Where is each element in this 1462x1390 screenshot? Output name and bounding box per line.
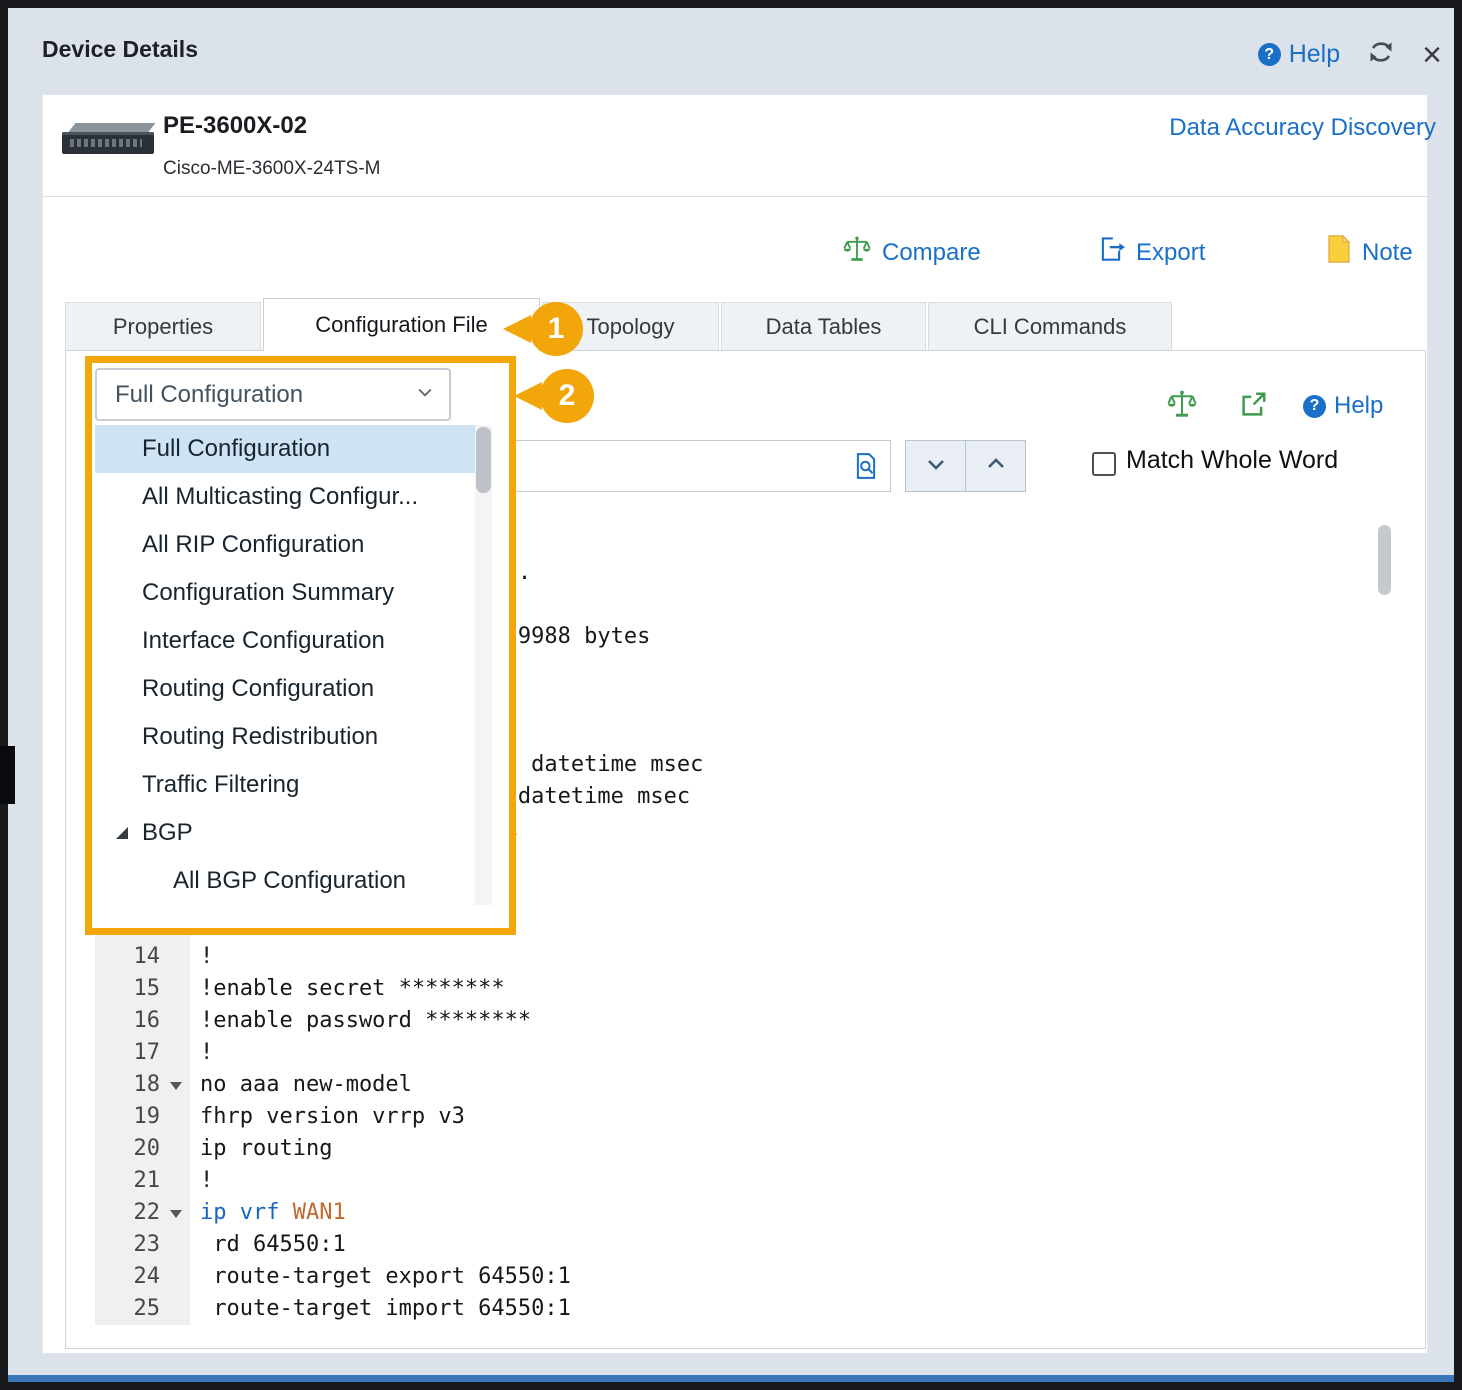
note-icon: [1326, 234, 1352, 271]
code-line: 24 route-target export 64550:1: [95, 1261, 1401, 1293]
code-line: 17!: [95, 1037, 1401, 1069]
line-number: 25: [134, 1293, 161, 1325]
code-line: 20ip routing: [95, 1133, 1401, 1165]
find-next-button[interactable]: [905, 440, 966, 492]
compare-config-icon[interactable]: [1166, 388, 1198, 425]
header-divider: [42, 196, 1428, 197]
match-whole-word-label: Match Whole Word: [1126, 446, 1338, 475]
code-line: 18no aaa new-model: [95, 1069, 1401, 1101]
compare-button[interactable]: Compare: [842, 234, 981, 271]
callout-step-1: 1: [529, 302, 583, 356]
chevron-up-icon: [984, 452, 1008, 481]
line-number: 18: [134, 1069, 161, 1101]
tab-cli-commands[interactable]: CLI Commands: [928, 302, 1172, 351]
callout-number: 1: [529, 302, 583, 356]
fold-toggle-icon[interactable]: [170, 1210, 182, 1218]
find-previous-button[interactable]: [965, 440, 1026, 492]
collapse-triangle-icon[interactable]: [116, 827, 128, 839]
dropdown-item-interface-configuration[interactable]: Interface Configuration: [95, 617, 475, 665]
line-number: 22: [134, 1197, 161, 1229]
device-model: Cisco-ME-3600X-24TS-M: [163, 158, 381, 180]
dropdown-item-bgp[interactable]: BGP: [95, 809, 475, 857]
open-in-new-icon[interactable]: [1238, 390, 1268, 425]
page-title: Device Details: [42, 36, 198, 63]
tab-data-tables[interactable]: Data Tables: [721, 302, 926, 351]
panel-help-label: Help: [1334, 392, 1383, 420]
callout-tail-icon: [514, 382, 542, 410]
dropdown-scrollbar-thumb[interactable]: [476, 427, 491, 493]
code-line: 22ip vrf WAN1: [95, 1197, 1401, 1229]
tab-configuration-file[interactable]: Configuration File: [263, 298, 540, 351]
line-number: 14: [134, 941, 161, 973]
tab-properties[interactable]: Properties: [65, 302, 261, 351]
search-in-document-icon[interactable]: [851, 451, 881, 486]
line-number: 19: [134, 1101, 161, 1133]
config-type-listbox: Full ConfigurationAll Multicasting Confi…: [95, 425, 475, 905]
line-number: 21: [134, 1165, 161, 1197]
background-window-artifact: [0, 746, 15, 804]
dropdown-item-routing-redistribution[interactable]: Routing Redistribution: [95, 713, 475, 761]
callout-tail-icon: [503, 315, 531, 343]
device-name: PE-3600X-02: [163, 112, 307, 140]
line-number: 23: [134, 1229, 161, 1261]
line-number: 24: [134, 1261, 161, 1293]
line-number: 17: [134, 1037, 161, 1069]
code-line: 19fhrp version vrrp v3: [95, 1101, 1401, 1133]
compare-label: Compare: [882, 239, 981, 267]
code-line: 15!enable secret ********: [95, 973, 1401, 1005]
data-accuracy-discovery-link[interactable]: Data Accuracy Discovery: [1169, 114, 1436, 142]
dropdown-scrollbar[interactable]: [475, 425, 492, 905]
code-line: 25 route-target import 64550:1: [95, 1293, 1401, 1325]
panel-help-icon: ?: [1303, 395, 1326, 418]
titlebar-controls: ? Help ×: [1258, 38, 1442, 71]
refresh-icon[interactable]: [1366, 38, 1396, 71]
match-whole-word-checkbox[interactable]: [1092, 452, 1116, 476]
code-line: 14!: [95, 941, 1401, 973]
bottom-accent-bar: [8, 1375, 1454, 1382]
compare-scales-icon: [842, 234, 872, 271]
code-line: 23 rd 64550:1: [95, 1229, 1401, 1261]
select-chevron-down-icon: [415, 381, 435, 409]
dropdown-item-all-bgp-configuration[interactable]: All BGP Configuration: [95, 857, 475, 905]
device-image: [62, 120, 154, 162]
fold-toggle-icon[interactable]: [170, 1082, 182, 1090]
dropdown-item-full-configuration[interactable]: Full Configuration: [95, 425, 475, 473]
config-scrollbar-thumb[interactable]: [1378, 525, 1391, 595]
callout-step-2: 2: [540, 369, 594, 423]
dropdown-item-routing-configuration[interactable]: Routing Configuration: [95, 665, 475, 713]
close-icon[interactable]: ×: [1422, 40, 1442, 70]
config-scope-select[interactable]: Full Configuration: [95, 368, 451, 421]
line-number: 15: [134, 973, 161, 1005]
export-label: Export: [1136, 239, 1205, 267]
code-line: 16!enable password ********: [95, 1005, 1401, 1037]
tabs: PropertiesConfiguration FileTopologyData…: [65, 299, 1174, 351]
help-link[interactable]: ? Help: [1258, 40, 1340, 69]
config-type-dropdown: Full Configuration Full ConfigurationAll…: [85, 356, 516, 935]
code-line: 21!: [95, 1165, 1401, 1197]
export-icon: [1096, 234, 1126, 271]
note-button[interactable]: Note: [1326, 234, 1413, 271]
dropdown-item-all-multicasting-configur-[interactable]: All Multicasting Configur...: [95, 473, 475, 521]
help-icon: ?: [1258, 43, 1281, 66]
dropdown-item-traffic-filtering[interactable]: Traffic Filtering: [95, 761, 475, 809]
config-scrollbar[interactable]: [1378, 523, 1391, 1328]
dropdown-item-all-rip-configuration[interactable]: All RIP Configuration: [95, 521, 475, 569]
panel-help-link[interactable]: ? Help: [1303, 392, 1383, 420]
line-number: 16: [134, 1005, 161, 1037]
callout-number: 2: [540, 369, 594, 423]
line-number: 20: [134, 1133, 161, 1165]
help-label: Help: [1289, 40, 1340, 69]
export-button[interactable]: Export: [1096, 234, 1205, 271]
selected-config-type: Full Configuration: [115, 381, 303, 409]
chevron-down-icon: [924, 452, 948, 481]
note-label: Note: [1362, 239, 1413, 267]
dropdown-item-configuration-summary[interactable]: Configuration Summary: [95, 569, 475, 617]
